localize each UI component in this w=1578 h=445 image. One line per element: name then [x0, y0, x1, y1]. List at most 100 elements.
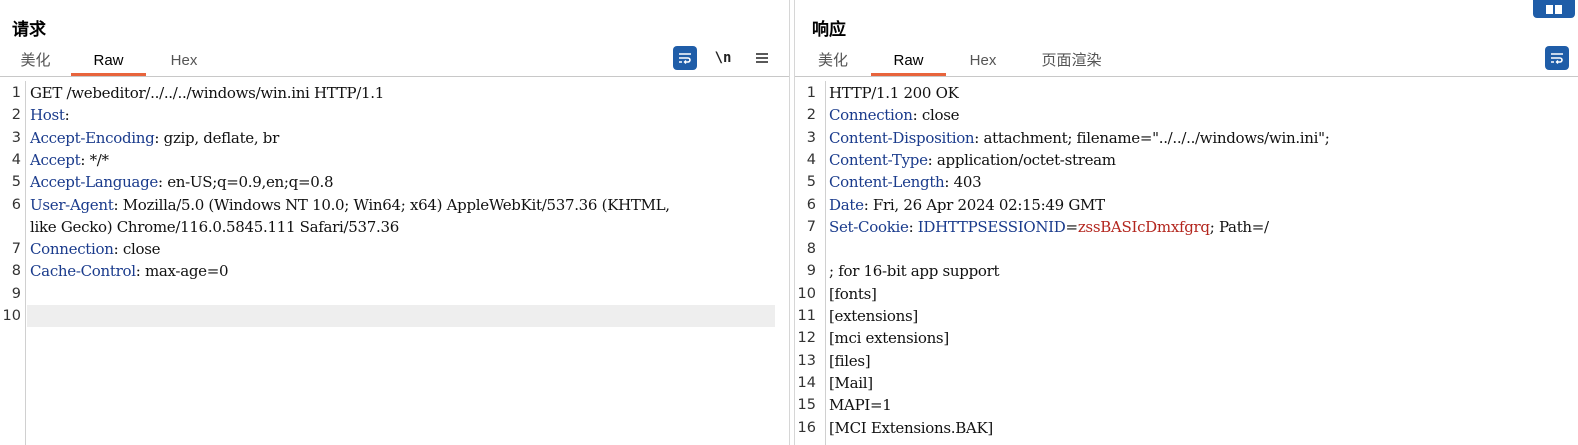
tab-pretty[interactable]: 美化 — [0, 48, 71, 76]
line-content: [mci extensions] — [829, 329, 949, 348]
line-content: Set-Cookie: IDHTTPSESSIONID=zssBASIcDmxf… — [829, 217, 1269, 236]
line-content: Connection: close — [829, 106, 960, 125]
request-tabs-divider — [0, 76, 789, 77]
header-value: 403 — [949, 173, 982, 192]
response-title: 响应 — [812, 20, 846, 40]
code-line: 6 User-Agent: Mozilla/5.0 (Windows NT 10.… — [0, 194, 775, 216]
line-number: 13 — [797, 352, 816, 369]
line-number: 14 — [797, 374, 816, 391]
line-content: Accept-Language: en-US;q=0.9,en;q=0.8 — [30, 173, 334, 192]
line-content: [fonts] — [829, 284, 877, 303]
header-value: Fri, 26 Apr 2024 02:15:49 GMT — [868, 195, 1105, 214]
line-content: [MCI Extensions.BAK] — [829, 418, 993, 437]
code-line: 1 HTTP/1.1 200 OK — [795, 82, 1564, 104]
word-wrap-button[interactable] — [673, 46, 697, 70]
response-editor[interactable]: 1 HTTP/1.1 200 OK 2 Connection: close 3 Conte… — [795, 81, 1578, 445]
code-line: 14 [Mail] — [795, 372, 1564, 394]
line-number: 16 — [797, 419, 816, 436]
hamburger-menu-icon — [756, 53, 768, 63]
code-line: 9 ; for 16-bit app support — [795, 260, 1564, 282]
code-line: 1 GET /webeditor/../../../windows/win.ini… — [0, 82, 775, 104]
cookie-name: IDHTTPSESSIONID — [917, 217, 1066, 236]
line-number: 9 — [806, 263, 816, 280]
line-content: [Mail] — [829, 373, 873, 392]
header-name: Host — [30, 106, 65, 125]
line-number: 2 — [11, 107, 21, 124]
header-name: Date — [829, 195, 864, 214]
line-number: 12 — [797, 330, 816, 347]
line-number: 3 — [806, 129, 816, 146]
line-number: 1 — [806, 85, 816, 101]
code-line: 3 Content-Disposition: attachment; filena… — [795, 127, 1564, 149]
line-content: [extensions] — [829, 307, 918, 325]
header-value: application/octet-stream — [932, 150, 1116, 169]
line-number: 10 — [797, 285, 816, 302]
code-line: 16 [MCI Extensions.BAK] — [795, 417, 1564, 439]
code-line: 9 — [0, 283, 775, 305]
line-number: 8 — [11, 263, 21, 280]
header-name: Accept-Language — [30, 173, 158, 192]
response-pane: 响应 美化 Raw Hex 页面渲染 1 HTTP/1.1 200 OK 2 Conn… — [795, 0, 1578, 445]
tab-pretty[interactable]: 美化 — [795, 48, 871, 76]
line-number: 15 — [797, 397, 816, 414]
tab-hex[interactable]: Hex — [146, 48, 222, 76]
header-value: Mozilla/5.0 (Windows NT 10.0; Win64; x64… — [118, 195, 670, 214]
code-line: 7 Connection: close — [0, 238, 775, 260]
line-number: 8 — [806, 241, 816, 258]
show-newlines-button[interactable]: \n — [711, 46, 735, 70]
header-value: attachment; filename="../../../windows/w… — [979, 128, 1330, 147]
line-content: Accept: */* — [30, 150, 109, 169]
header-name: Content-Disposition — [829, 128, 975, 147]
code-line: 8 — [795, 238, 1564, 260]
header-name: Accept — [30, 150, 81, 169]
layout-toggle-button[interactable] — [1533, 0, 1575, 18]
header-name: Content-Type — [829, 150, 928, 169]
word-wrap-icon — [1551, 53, 1563, 64]
line-content: Content-Type: application/octet-stream — [829, 150, 1116, 169]
menu-button[interactable] — [750, 46, 774, 70]
line-number: 5 — [806, 174, 816, 191]
line-content: MAPI=1 — [829, 396, 892, 415]
header-value: close — [917, 106, 960, 125]
header-value: */* — [85, 150, 109, 169]
line-number: 4 — [11, 151, 21, 168]
line-content: Date: Fri, 26 Apr 2024 02:15:49 GMT — [829, 195, 1105, 214]
request-title: 请求 — [12, 20, 46, 40]
request-pane: 请求 美化 Raw Hex \n 1 GET /webeditor/../../.… — [0, 0, 789, 445]
line-number: 2 — [806, 107, 816, 124]
code-line: 13 [files] — [795, 350, 1564, 372]
code-line: 2 Host: — [0, 104, 775, 126]
line-content: HTTP/1.1 200 OK — [829, 84, 959, 102]
tab-raw[interactable]: Raw — [871, 48, 946, 76]
tab-render[interactable]: 页面渲染 — [1020, 48, 1123, 76]
tab-hex[interactable]: Hex — [946, 48, 1020, 76]
code-line: 6 Date: Fri, 26 Apr 2024 02:15:49 GMT — [795, 194, 1564, 216]
header-name: Connection — [30, 240, 114, 259]
request-editor[interactable]: 1 GET /webeditor/../../../windows/win.ini… — [0, 81, 789, 445]
code-line: 11 [extensions] — [795, 305, 1564, 327]
response-tabs: 美化 Raw Hex 页面渲染 — [795, 48, 1123, 76]
line-content: ; for 16-bit app support — [829, 262, 1000, 281]
line-content: [files] — [829, 351, 871, 370]
line-number: 4 — [806, 151, 816, 168]
header-name: Content-Length — [829, 173, 945, 192]
code-line: 8 Cache-Control: max-age=0 — [0, 260, 775, 282]
code-line: 12 [mci extensions] — [795, 327, 1564, 349]
code-line: 15 MAPI=1 — [795, 394, 1564, 416]
line-content: Connection: close — [30, 240, 161, 259]
line-number: 6 — [806, 196, 816, 213]
line-content: Content-Disposition: attachment; filenam… — [829, 128, 1330, 147]
line-content: like Gecko) Chrome/116.0.5845.111 Safari… — [30, 217, 399, 236]
line-number: 1 — [11, 85, 21, 101]
code-line: 10 — [3, 305, 775, 328]
line-number: 7 — [11, 241, 21, 258]
line-number: 10 — [2, 308, 21, 324]
line-content: User-Agent: Mozilla/5.0 (Windows NT 10.0… — [30, 195, 670, 214]
line-number: 5 — [11, 174, 21, 191]
code-line: 5 Accept-Language: en-US;q=0.9,en;q=0.8 — [0, 171, 775, 193]
code-line: 3 Accept-Encoding: gzip, deflate, br — [0, 127, 775, 149]
word-wrap-button[interactable] — [1545, 46, 1569, 70]
tab-raw[interactable]: Raw — [71, 48, 146, 76]
request-tabs: 美化 Raw Hex — [0, 48, 222, 76]
code-line: 2 Connection: close — [795, 104, 1564, 126]
